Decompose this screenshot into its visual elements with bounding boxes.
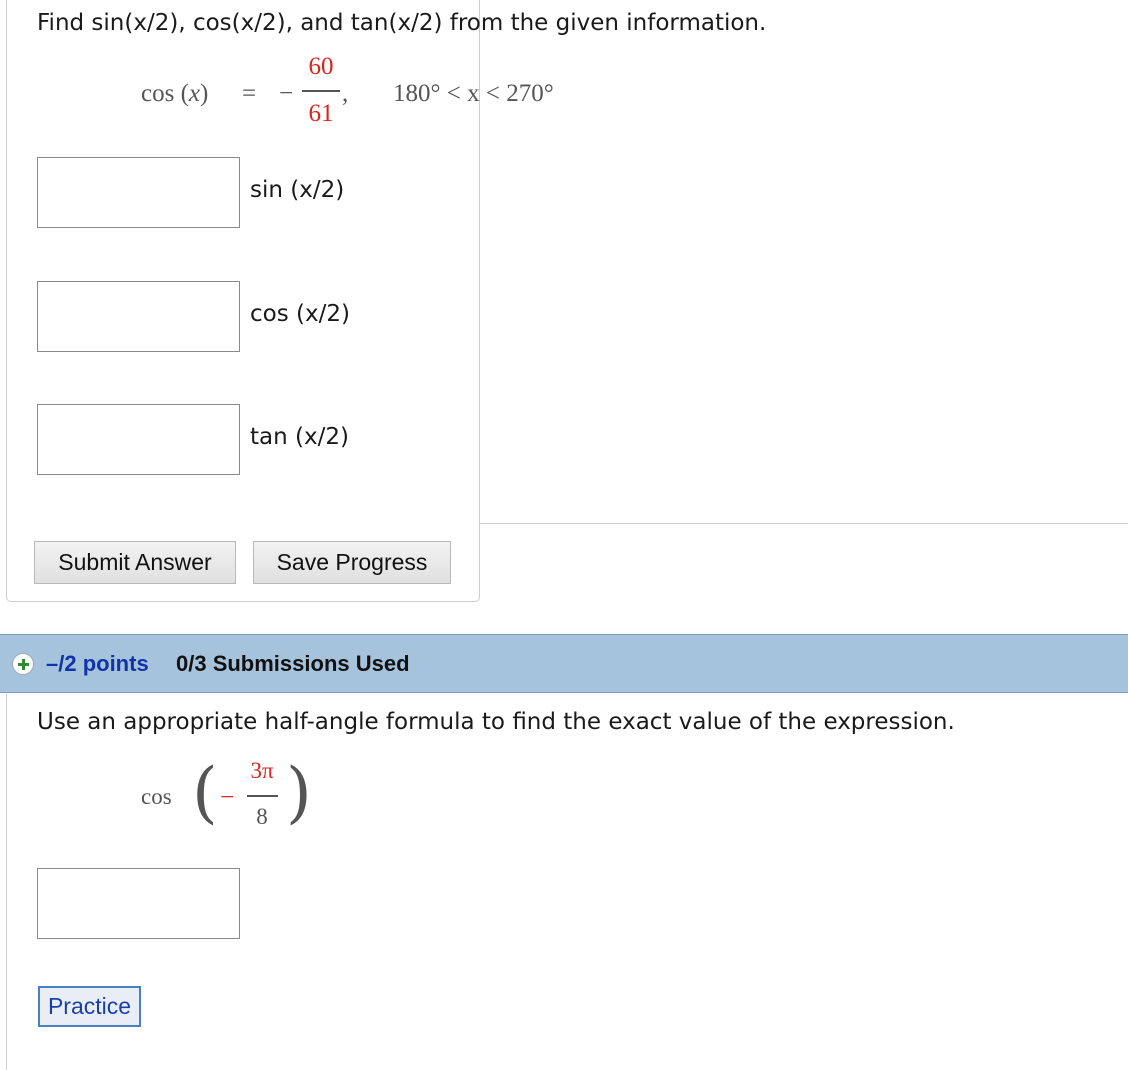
tan-half-label: tan (x/2) [250,424,349,450]
comma: , [342,80,349,107]
equals-sign: = [242,80,257,107]
fraction-bar [302,90,340,92]
expression-denominator: 8 [256,804,268,829]
points-label: –/2 points [46,651,149,676]
expression-fraction-bar [247,795,278,797]
expand-plus-icon[interactable] [12,653,34,675]
tan-half-answer-field[interactable] [37,404,240,475]
minus-sign: − [279,80,294,107]
expression-cos: cos [141,784,172,809]
fraction-denominator: 61 [308,100,334,127]
fraction-numerator: 60 [308,53,334,80]
cos-half-label: cos (x/2) [250,301,350,327]
angle-range: 180° < x < 270° [393,80,554,107]
submissions-used: 0/3 Submissions Used [176,651,410,676]
question-1-prompt: Find sin(x/2), cos(x/2), and tan(x/2) fr… [37,10,767,36]
expression-minus: − [220,784,235,811]
expression-numerator: 3π [250,758,274,783]
submit-answer-button[interactable]: Submit Answer [34,541,236,584]
cos-half-answer-field[interactable] [37,281,240,352]
question-2-prompt: Use an appropriate half-angle formula to… [37,709,955,735]
cos-function: cos (x) [141,80,209,107]
left-paren: ( [192,754,218,831]
save-progress-button[interactable]: Save Progress [253,541,451,584]
question-2-border [6,694,7,1070]
practice-button[interactable]: Practice [38,986,141,1027]
expression-answer-field[interactable] [37,868,240,939]
sin-half-label: sin (x/2) [250,177,345,203]
question-2-header: –/2 points 0/3 Submissions Used [0,634,1128,693]
sin-half-answer-field[interactable] [37,157,240,228]
divider [479,523,1128,524]
right-paren: ) [286,754,312,831]
